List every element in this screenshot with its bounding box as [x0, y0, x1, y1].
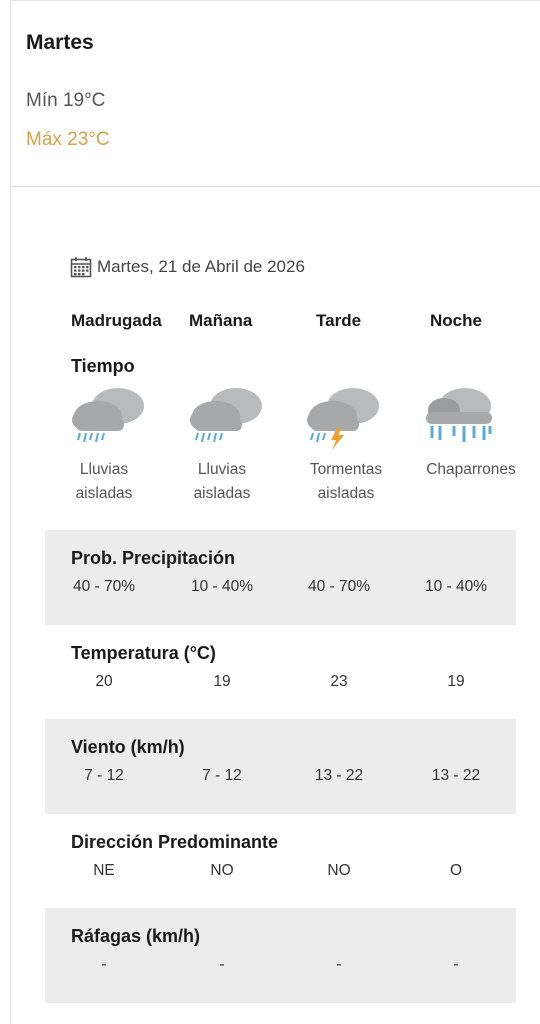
forecast-date: Martes, 21 de Abril de 2026: [70, 256, 305, 278]
precipitation-noche: 10 - 40%: [424, 578, 488, 595]
wind-noche: 13 - 22: [431, 767, 481, 784]
condition-madrugada: Lluvias aisladas: [75, 461, 133, 502]
temperature-tarde: 23: [330, 673, 348, 690]
condition-manana: Lluvias aisladas: [193, 461, 251, 502]
calendar-icon: [70, 257, 92, 278]
gusts-manana: -: [219, 956, 225, 973]
max-temperature: Máx 23°C: [26, 129, 110, 150]
wind-tarde: 13 - 22: [314, 767, 364, 784]
period-manana: Mañana: [189, 311, 253, 330]
temperature-noche: 19: [447, 673, 465, 690]
wind-direction-manana: NO: [210, 862, 234, 879]
day-title: Martes: [26, 31, 94, 54]
wind-direction-title: Dirección Predominante: [71, 832, 279, 852]
isolated-storm-icon: [303, 382, 383, 452]
condition-tarde: Tormentas aisladas: [309, 461, 383, 502]
precipitation-tarde: 40 - 70%: [307, 578, 371, 595]
wind-direction-row: Dirección Predominante NE NO NO O: [45, 814, 516, 909]
period-noche: Noche: [430, 311, 482, 330]
wind-direction-madrugada: NE: [93, 862, 115, 879]
gusts-noche: -: [453, 956, 459, 973]
precipitation-row: Prob. Precipitación 40 - 70% 10 - 40% 40…: [45, 530, 516, 625]
precipitation-manana: 10 - 40%: [190, 578, 254, 595]
weather-section-label: Tiempo: [71, 356, 135, 376]
isolated-rain-icon: [186, 382, 266, 452]
period-headers: Madrugada Mañana Tarde Noche: [0, 311, 540, 335]
wind-manana: 7 - 12: [202, 767, 242, 784]
temperature-title: Temperatura (°C): [71, 643, 216, 663]
gusts-tarde: -: [336, 956, 342, 973]
gusts-row: Ráfagas (km/h) - - - -: [45, 908, 516, 1003]
showers-icon: [420, 382, 500, 452]
temperature-row: Temperatura (°C) 20 19 23 19: [45, 625, 516, 720]
condition-noche: Chaparrones: [426, 461, 516, 478]
date-text: Martes, 21 de Abril de 2026: [97, 257, 305, 276]
wind-row: Viento (km/h) 7 - 12 7 - 12 13 - 22 13 -…: [45, 719, 516, 814]
gusts-madrugada: -: [101, 956, 107, 973]
temperature-madrugada: 20: [95, 673, 113, 690]
wind-direction-tarde: NO: [327, 862, 351, 879]
period-madrugada: Madrugada: [71, 311, 162, 330]
wind-title: Viento (km/h): [71, 737, 185, 757]
temperature-manana: 19: [213, 673, 231, 690]
precipitation-madrugada: 40 - 70%: [72, 578, 136, 595]
isolated-rain-icon: [68, 382, 148, 452]
precipitation-title: Prob. Precipitación: [71, 548, 236, 568]
wind-madrugada: 7 - 12: [84, 767, 124, 784]
wind-direction-noche: O: [449, 862, 463, 879]
gusts-title: Ráfagas (km/h): [71, 926, 201, 946]
min-temperature: Mín 19°C: [26, 90, 106, 111]
period-tarde: Tarde: [316, 311, 362, 330]
